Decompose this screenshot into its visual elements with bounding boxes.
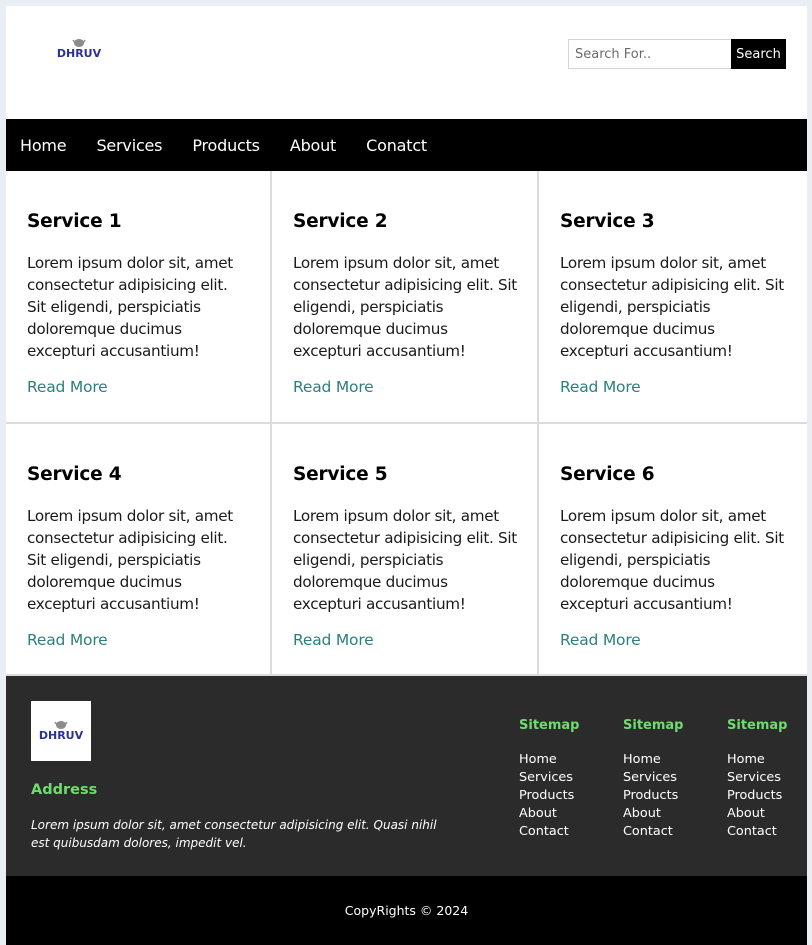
- sitemap-title: Sitemap: [623, 718, 684, 733]
- copyright-bar: CopyRights © 2024: [6, 876, 807, 945]
- sitemap-link-contact[interactable]: Contact: [519, 823, 579, 841]
- sitemap-title: Sitemap: [519, 718, 580, 733]
- sitemap-link-products[interactable]: Products: [623, 787, 683, 805]
- sitemap-link-products[interactable]: Products: [519, 787, 579, 805]
- sitemap-link-services[interactable]: Services: [727, 769, 787, 787]
- nav-item-contact[interactable]: Conatct: [366, 136, 427, 155]
- site-footer: DHRUV Address Lorem ipsum dolor sit, ame…: [6, 676, 807, 876]
- sitemap-link-about[interactable]: About: [623, 805, 683, 823]
- service-text: Lorem ipsum dolor sit, amet consectetur …: [27, 254, 233, 360]
- logo-icon: DHRUV: [39, 721, 84, 742]
- nav-item-services[interactable]: Services: [96, 136, 162, 155]
- service-text: Lorem ipsum dolor sit, amet consectetur …: [560, 507, 784, 613]
- service-title: Service 2: [293, 211, 388, 232]
- footer-logo[interactable]: DHRUV: [31, 701, 91, 761]
- logo-wordmark: DHRUV: [39, 729, 84, 742]
- sitemap-link-home[interactable]: Home: [727, 751, 787, 769]
- nav-item-products[interactable]: Products: [192, 136, 260, 155]
- service-card: Service 5 Lorem ipsum dolor sit, amet co…: [272, 424, 539, 676]
- sitemap-link-products[interactable]: Products: [727, 787, 787, 805]
- service-text: Lorem ipsum dolor sit, amet consectetur …: [293, 254, 517, 360]
- sitemap-link-about[interactable]: About: [727, 805, 787, 823]
- read-more-link[interactable]: Read More: [293, 378, 374, 396]
- sitemap-link-services[interactable]: Services: [623, 769, 683, 787]
- service-title: Service 5: [293, 464, 388, 485]
- nav-item-about[interactable]: About: [290, 136, 337, 155]
- address-text: Lorem ipsum dolor sit, amet consectetur …: [31, 818, 437, 850]
- service-title: Service 6: [560, 464, 655, 485]
- service-text: Lorem ipsum dolor sit, amet consectetur …: [293, 507, 517, 613]
- address-title: Address: [31, 782, 98, 798]
- service-card: Service 3 Lorem ipsum dolor sit, amet co…: [539, 171, 807, 424]
- service-text: Lorem ipsum dolor sit, amet consectetur …: [27, 507, 233, 613]
- read-more-link[interactable]: Read More: [560, 378, 641, 396]
- service-card: Service 4 Lorem ipsum dolor sit, amet co…: [6, 424, 272, 676]
- service-card: Service 2 Lorem ipsum dolor sit, amet co…: [272, 171, 539, 424]
- site-header: DHRUV Search: [6, 6, 807, 119]
- service-title: Service 1: [27, 211, 122, 232]
- search-bar: Search: [568, 39, 786, 69]
- sitemap-column: Sitemap Home Services Products About Con…: [623, 718, 683, 841]
- sitemap-column: Sitemap Home Services Products About Con…: [727, 718, 787, 841]
- sitemap-link-home[interactable]: Home: [623, 751, 683, 769]
- service-text: Lorem ipsum dolor sit, amet consectetur …: [560, 254, 784, 360]
- logo-icon: DHRUV: [57, 39, 102, 60]
- sitemap-title: Sitemap: [727, 718, 788, 733]
- main-nav: Home Services Products About Conatct: [6, 119, 807, 171]
- logo[interactable]: DHRUV: [51, 37, 107, 65]
- service-title: Service 4: [27, 464, 122, 485]
- sitemap-link-services[interactable]: Services: [519, 769, 579, 787]
- service-title: Service 3: [560, 211, 655, 232]
- search-input[interactable]: [568, 39, 731, 69]
- sitemap-link-contact[interactable]: Contact: [727, 823, 787, 841]
- read-more-link[interactable]: Read More: [293, 631, 374, 649]
- sitemap-column: Sitemap Home Services Products About Con…: [519, 718, 579, 841]
- search-button[interactable]: Search: [731, 39, 786, 69]
- logo-wordmark: DHRUV: [57, 47, 102, 60]
- page: DHRUV Search Home Services Products Abou…: [6, 6, 807, 945]
- sitemap-link-home[interactable]: Home: [519, 751, 579, 769]
- sitemap-link-contact[interactable]: Contact: [623, 823, 683, 841]
- service-card: Service 1 Lorem ipsum dolor sit, amet co…: [6, 171, 272, 424]
- read-more-link[interactable]: Read More: [27, 631, 108, 649]
- read-more-link[interactable]: Read More: [560, 631, 641, 649]
- sitemap-link-about[interactable]: About: [519, 805, 579, 823]
- services-grid: Service 1 Lorem ipsum dolor sit, amet co…: [6, 171, 807, 676]
- browser-frame: DHRUV Search Home Services Products Abou…: [0, 0, 812, 945]
- read-more-link[interactable]: Read More: [27, 378, 108, 396]
- nav-item-home[interactable]: Home: [20, 136, 67, 155]
- copyright-text: CopyRights © 2024: [344, 903, 469, 918]
- service-card: Service 6 Lorem ipsum dolor sit, amet co…: [539, 424, 807, 676]
